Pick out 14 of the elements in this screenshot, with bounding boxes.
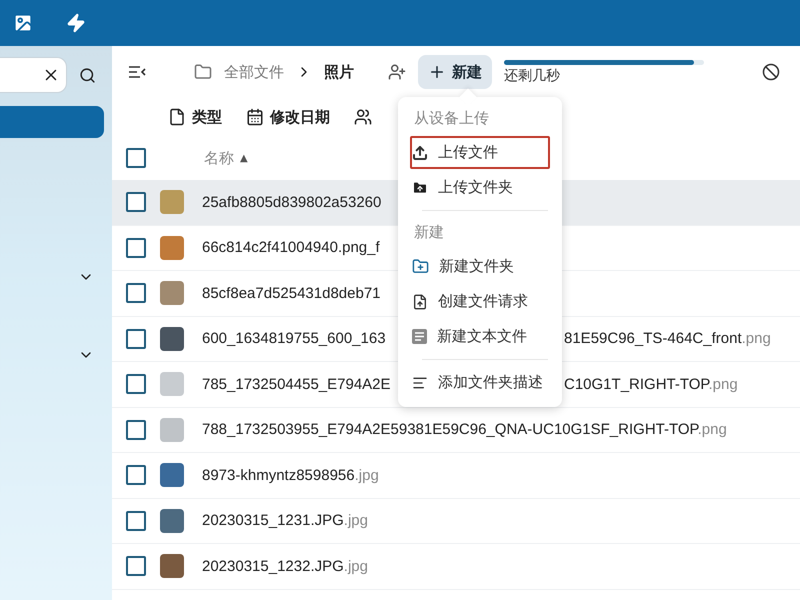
file-name: 20230315_1232.JPG.jpg xyxy=(202,558,368,575)
file-name: 25afb8805d839802a53260 xyxy=(202,194,382,211)
file-name: 81E59C96_TS-464C_front.png xyxy=(564,330,771,348)
file-name: 785_1732504455_E794A2E xyxy=(202,376,392,393)
menu-section-label: 从设备上传 xyxy=(413,108,490,129)
file-name: 788_1732503955_E794A2E59381E59C96_QNA-UC10G1SF_RIGHT-TOP.png xyxy=(202,421,727,438)
file-name: 8973-khmyntz8598956.jpg xyxy=(202,466,379,484)
file-name: 600_1634819755_600_163 xyxy=(202,330,387,348)
file-name: C10G1T_RIGHT-TOP.png xyxy=(564,376,738,393)
file-name: 85cf8ea7d525431d8deb71 xyxy=(202,284,381,302)
file-name: 20230315_1231.JPG.jpg xyxy=(202,512,368,530)
file-name: 66c814c2f41004940.png_f xyxy=(202,239,380,256)
menu-section-label: 新建 xyxy=(413,222,445,243)
upload-status: 还剩几秒 xyxy=(504,66,561,84)
